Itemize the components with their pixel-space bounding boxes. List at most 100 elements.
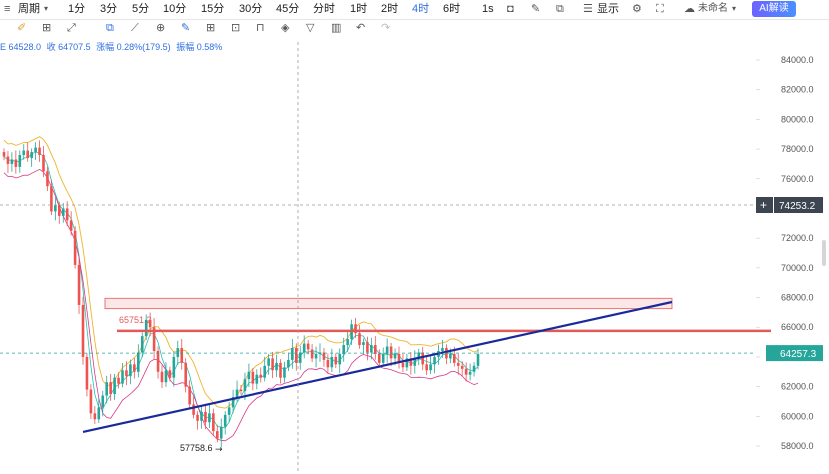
candle-body [121, 370, 124, 384]
candle-body [326, 359, 330, 368]
candle-body [456, 362, 460, 366]
candle-body [69, 220, 73, 231]
candle-body [370, 345, 373, 353]
candle-body [302, 343, 306, 353]
candle-body [298, 352, 302, 363]
candles [2, 140, 480, 448]
candle-body [433, 356, 436, 365]
candle-body [362, 342, 365, 346]
scrollbar-thumb [822, 240, 826, 266]
candle-body [247, 371, 251, 380]
ascending-trendline [82, 300, 673, 433]
resistance-zone [104, 297, 673, 310]
candle-body [172, 356, 176, 378]
candle-body [374, 345, 377, 354]
y-tick-label: 68000.0 [781, 293, 814, 303]
candle-body [184, 362, 187, 387]
candle-body [283, 367, 286, 378]
y-tick-label: 66000.0 [781, 322, 814, 332]
candle-body [453, 353, 456, 363]
candle-body [140, 336, 144, 353]
candle-body [2, 152, 6, 157]
y-tick-label: 80000.0 [781, 114, 814, 124]
band-lines [3, 136, 479, 442]
candle-body [30, 152, 33, 158]
candle-body [137, 352, 140, 372]
candle-body [235, 389, 239, 398]
y-tick-label: 72000.0 [781, 233, 814, 243]
y-tick-label: 82000.0 [781, 85, 814, 95]
candle-body [168, 370, 172, 378]
candle-body [381, 353, 385, 363]
candle-body [421, 352, 424, 365]
candle-body [472, 365, 476, 372]
candle-body [180, 348, 184, 363]
arrow-right-icon: → [215, 445, 223, 455]
candle-body [208, 413, 211, 423]
candle-body [227, 407, 231, 415]
candle-body [219, 426, 223, 439]
candle-body [338, 353, 342, 365]
candle-body [46, 171, 49, 187]
candle-body [50, 186, 53, 212]
candle-body [287, 359, 290, 368]
y-tick-label: 62000.0 [781, 382, 814, 392]
candle-body [464, 368, 468, 375]
candle-body [38, 147, 41, 156]
candle-body [97, 407, 101, 420]
candle-body [204, 411, 207, 423]
y-tick-label: 84000.0 [781, 55, 814, 65]
y-tick-label: 76000.0 [781, 174, 814, 184]
y-tick-label: 78000.0 [781, 144, 814, 154]
candle-body [476, 353, 480, 366]
candle-body [291, 348, 294, 360]
candle-body [271, 358, 274, 371]
resistance-zone-box [104, 297, 673, 310]
candle-body [310, 349, 314, 359]
candle-body [14, 159, 18, 167]
candle-body [93, 413, 97, 420]
candle-body [216, 431, 219, 439]
candle-body [322, 352, 326, 360]
candle-body [6, 156, 10, 164]
candle-body [314, 353, 318, 359]
candle-body [212, 413, 215, 432]
candle-body [42, 155, 45, 172]
plus-icon: + [760, 198, 767, 212]
low-price-label: 57758.6 [180, 443, 213, 453]
candle-body [109, 382, 112, 395]
candle-body [10, 159, 14, 164]
candle-body [263, 365, 266, 378]
candle-body [393, 353, 397, 359]
y-tick-label: 58000.0 [781, 441, 814, 451]
overlay-lines [0, 300, 771, 433]
candle-body [89, 389, 93, 414]
candle-body [449, 353, 452, 359]
candle-body [377, 353, 381, 363]
candle-body [105, 382, 108, 396]
candle-body [342, 345, 345, 354]
price-chart[interactable]: 58000.060000.062000.064000.066000.068000… [0, 0, 829, 474]
candle-body [22, 150, 26, 156]
candle-body [358, 333, 361, 346]
candle-body [18, 155, 22, 167]
candle-body [243, 379, 247, 392]
candle-body [259, 374, 263, 378]
crosshair-price-label: 74253.2 [779, 201, 816, 212]
candle-body [117, 377, 120, 384]
candle-body [251, 371, 255, 384]
candle-body [334, 356, 338, 365]
candle-body [101, 395, 105, 408]
candle-body [129, 364, 132, 377]
candle-body [330, 356, 334, 368]
candle-body [295, 348, 298, 363]
candle-body [275, 362, 278, 371]
candle-body [133, 364, 136, 372]
candle-body [306, 343, 310, 350]
candle-body [188, 386, 191, 405]
candle-body [267, 358, 270, 366]
price-axis: 58000.060000.062000.064000.066000.068000… [781, 55, 814, 451]
candle-body [401, 362, 405, 368]
candle-body [125, 370, 128, 377]
resistance-value-label: 65751.2 [119, 315, 152, 325]
